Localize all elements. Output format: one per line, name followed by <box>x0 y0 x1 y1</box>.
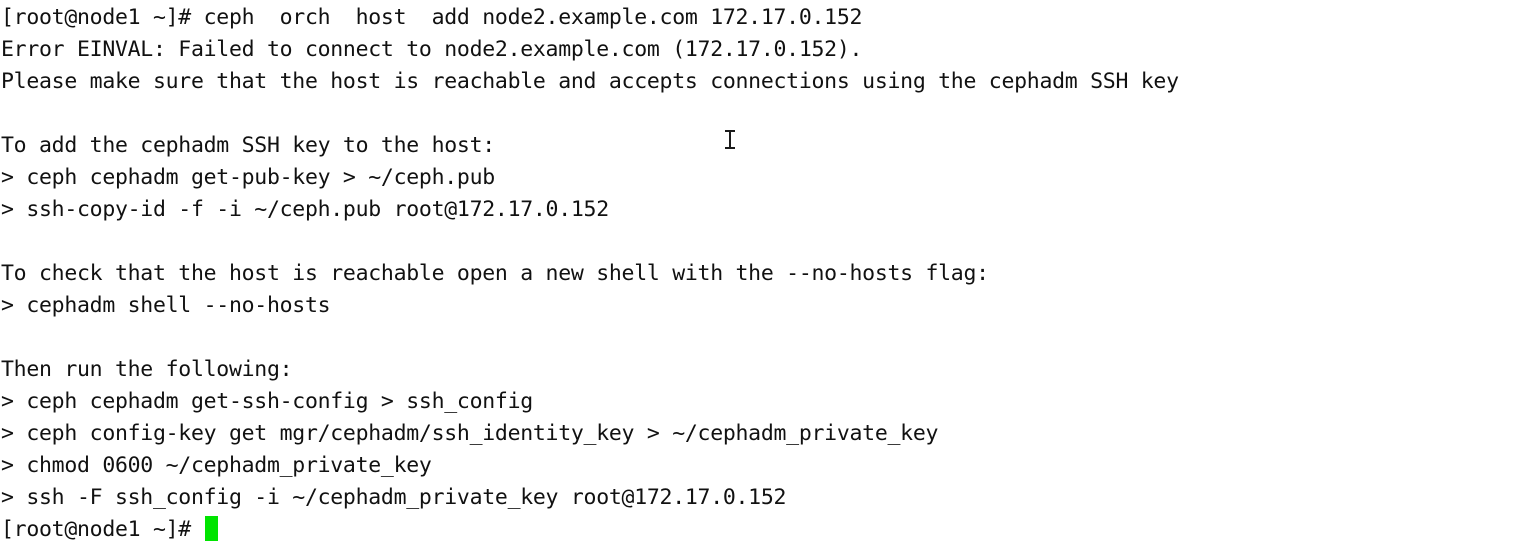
terminal-line-cephadm-shell: > cephadm shell --no-hosts <box>1 293 331 318</box>
terminal-line-command: [root@node1 ~]# ceph orch host add node2… <box>1 5 863 30</box>
terminal-line-get-ssh-config: > ceph cephadm get-ssh-config > ssh_conf… <box>1 389 533 414</box>
terminal-line-section-add-key: To add the cephadm SSH key to the host: <box>1 133 495 158</box>
terminal-window[interactable]: [root@node1 ~]# ceph orch host add node2… <box>0 0 1517 543</box>
terminal-prompt-line[interactable]: [root@node1 ~]# <box>1 514 1517 543</box>
terminal-line-get-pub-key: > ceph cephadm get-pub-key > ~/ceph.pub <box>1 165 495 190</box>
terminal-line-chmod: > chmod 0600 ~/cephadm_private_key <box>1 453 432 478</box>
terminal-line-error: Error EINVAL: Failed to connect to node2… <box>1 37 863 62</box>
shell-prompt: [root@node1 ~]# <box>1 517 204 542</box>
terminal-line-config-key-get: > ceph config-key get mgr/cephadm/ssh_id… <box>1 421 939 446</box>
terminal-line-ssh-connect: > ssh -F ssh_config -i ~/cephadm_private… <box>1 485 787 510</box>
text-cursor-block <box>204 516 218 541</box>
terminal-line-error-detail: Please make sure that the host is reacha… <box>1 69 1179 94</box>
terminal-line-section-then-run: Then run the following: <box>1 357 293 382</box>
terminal-output: [root@node1 ~]# ceph orch host add node2… <box>0 0 1517 543</box>
terminal-line-section-check-host: To check that the host is reachable open… <box>1 261 989 286</box>
terminal-line-ssh-copy-id: > ssh-copy-id -f -i ~/ceph.pub root@172.… <box>1 197 609 222</box>
